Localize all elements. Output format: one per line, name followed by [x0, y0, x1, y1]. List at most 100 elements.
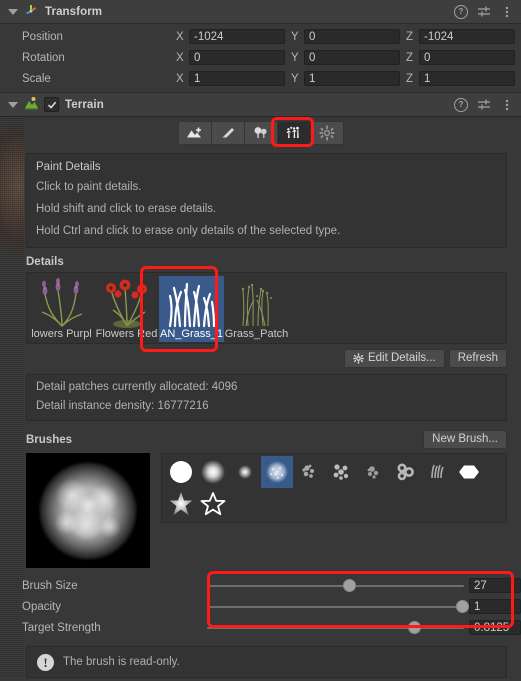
slider-track [207, 626, 464, 629]
help-icon[interactable]: ? [454, 4, 468, 19]
tool-paint-details[interactable] [276, 120, 311, 145]
rotation-x-input[interactable]: 0 [189, 50, 285, 65]
rotation-x: X 0 [176, 50, 285, 65]
transform-icon [23, 2, 39, 21]
brush-hexagon[interactable] [453, 456, 485, 488]
grass-white-thumbnail [168, 282, 215, 328]
detail-item-grass-patch[interactable]: Grass_Patch [224, 276, 289, 342]
rotation-z: Z 0 [406, 50, 515, 65]
detail-item-flowers-purple[interactable]: lowers Purpl [29, 276, 94, 342]
axis-label-y: Y [291, 30, 299, 43]
terrain-component-header[interactable]: Terrain ? [0, 93, 521, 117]
rotation-y: Y 0 [291, 50, 400, 65]
scale-z-input[interactable]: 1 [419, 71, 515, 86]
target-strength-value[interactable]: 0.8125 [469, 620, 521, 635]
target-strength-label: Target Strength [22, 621, 101, 634]
brush-star-soft[interactable] [165, 488, 197, 520]
axis-label-z: Z [406, 30, 414, 43]
brushes-header: Brushes New Brush... [26, 430, 507, 449]
brush-icon [170, 461, 192, 483]
brush-preview [26, 453, 150, 568]
scale-y-input[interactable]: 1 [304, 71, 400, 86]
paint-details-help-box: Paint Details Click to paint details. Ho… [26, 153, 507, 248]
transform-component-header[interactable]: Transform ? [0, 0, 521, 24]
detail-item-flowers-red[interactable]: Flowers Red [94, 276, 159, 342]
brush-noise-circle[interactable] [261, 456, 293, 488]
brush-speckle-a[interactable] [293, 456, 325, 488]
edit-details-label: Edit Details... [367, 352, 436, 364]
opacity-value[interactable]: 1 [469, 599, 521, 614]
slider-handle[interactable] [343, 579, 357, 592]
edit-details-button[interactable]: Edit Details... [343, 349, 445, 368]
slider-handle[interactable] [407, 621, 421, 634]
grass-patch-thumbnail [241, 283, 272, 327]
tool-paint-terrain[interactable] [210, 120, 245, 145]
transform-row-scale: Scale X 1 Y 1 Z 1 [0, 68, 521, 89]
axis-label-y: Y [291, 51, 299, 64]
brush-blobs[interactable] [389, 456, 421, 488]
target-strength-slider[interactable] [207, 620, 464, 636]
position-x-input[interactable]: -1024 [189, 29, 285, 44]
brush-speckle-c[interactable] [357, 456, 389, 488]
brush-icon [200, 492, 226, 516]
gear-icon [353, 353, 364, 364]
brush-icon [397, 463, 414, 481]
position-z-input[interactable]: -1024 [419, 29, 515, 44]
terrain-enabled-checkbox[interactable] [44, 97, 59, 112]
brush-speckle-b[interactable] [325, 456, 357, 488]
brush-icon [367, 466, 379, 479]
axis-label-y: Y [291, 72, 299, 85]
transform-row-position: Position X -1024 Y 0 Z -1024 [0, 26, 521, 47]
readonly-warning: ! The brush is read-only. [26, 646, 507, 678]
scale-x: X 1 [176, 71, 285, 86]
brush-solid-circle[interactable] [165, 456, 197, 488]
position-y-input[interactable]: 0 [304, 29, 400, 44]
transform-fields: Position X -1024 Y 0 Z -1024 Rotation X … [0, 24, 521, 92]
terrain-body: Paint Details Click to paint details. Ho… [0, 116, 521, 678]
slider-row-opacity: Opacity 1 [0, 596, 521, 617]
scale-x-input[interactable]: 1 [189, 71, 285, 86]
terrain-foldout-arrow[interactable] [6, 98, 19, 111]
rotation-y-input[interactable]: 0 [304, 50, 400, 65]
details-label: Details [26, 256, 64, 268]
refresh-label: Refresh [457, 352, 498, 364]
slider-track [207, 605, 464, 608]
brush-streaks[interactable] [421, 456, 453, 488]
help-line-2: Hold shift and click to erase details. [36, 203, 217, 215]
kebab-menu-icon[interactable] [500, 5, 514, 19]
help-icon[interactable]: ? [454, 97, 468, 112]
slider-handle[interactable] [456, 600, 470, 613]
detail-item-label: Grass_Patch [224, 328, 289, 340]
rotation-z-input[interactable]: 0 [419, 50, 515, 65]
preset-icon[interactable] [477, 98, 491, 112]
flowers-red-thumbnail [105, 279, 147, 328]
axis-label-z: Z [406, 51, 414, 64]
tool-create-neighbor-terrain[interactable] [177, 120, 212, 145]
axis-label-x: X [176, 51, 184, 64]
brush-tiny-soft-circle[interactable] [229, 456, 261, 488]
brush-soft-circle[interactable] [197, 456, 229, 488]
kebab-menu-icon[interactable] [500, 98, 514, 112]
preset-icon[interactable] [477, 5, 491, 19]
brush-star-outline[interactable] [197, 488, 229, 520]
brush-icon [333, 464, 349, 480]
tool-paint-trees[interactable] [243, 120, 278, 145]
new-brush-label: New Brush... [432, 433, 498, 445]
axis-label-x: X [176, 72, 184, 85]
new-brush-button[interactable]: New Brush... [423, 430, 507, 449]
warning-icon: ! [37, 653, 54, 671]
opacity-slider[interactable] [207, 599, 470, 615]
transform-foldout-arrow[interactable] [6, 5, 19, 18]
stat-patches: Detail patches currently allocated: 4096 [36, 381, 238, 393]
detail-item-an-grass-1[interactable]: AN_Grass_1 [159, 276, 224, 342]
scale-label: Scale [22, 72, 51, 85]
unity-inspector-panel: Transform ? Position X -1024 Y 0 Z -1024… [0, 0, 521, 681]
tool-terrain-settings[interactable] [309, 120, 344, 145]
brush-size-value[interactable]: 27 [469, 578, 521, 593]
scale-z: Z 1 [406, 71, 515, 86]
brush-size-slider[interactable] [207, 578, 464, 594]
brush-icon [302, 464, 314, 478]
refresh-button[interactable]: Refresh [448, 349, 507, 368]
brush-icon [266, 461, 288, 483]
brush-size-label: Brush Size [22, 579, 78, 592]
